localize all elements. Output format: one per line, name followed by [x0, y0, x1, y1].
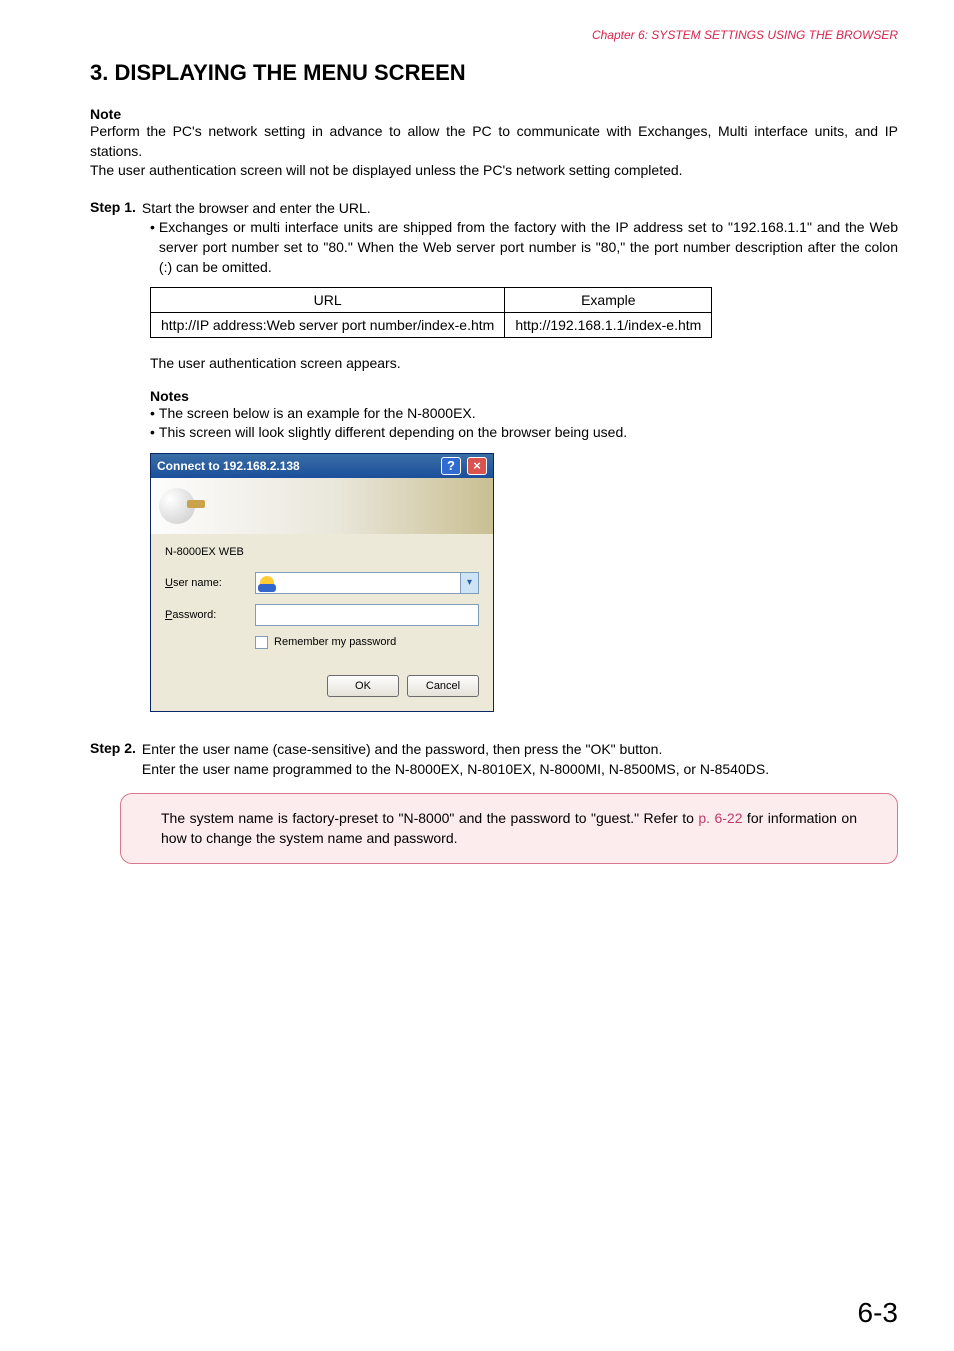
callout-link[interactable]: p. 6-22 [698, 810, 742, 826]
auth-dialog: Connect to 192.168.2.138 ? × N-8000EX WE… [150, 453, 494, 712]
notes-bullet-1: The screen below is an example for the N… [159, 404, 898, 424]
auth-banner [151, 478, 493, 534]
step1-label: Step 1. [90, 199, 136, 219]
remember-checkbox[interactable] [255, 636, 268, 649]
note-paragraph-1: Perform the PC's network setting in adva… [90, 122, 898, 161]
help-icon[interactable]: ? [441, 457, 461, 475]
keyring-icon [159, 488, 195, 524]
password-label: Password: [165, 609, 245, 621]
chevron-down-icon[interactable]: ▾ [460, 573, 478, 593]
step1-bullet: Exchanges or multi interface units are s… [159, 218, 898, 277]
url-table-header-example: Example [505, 288, 712, 313]
close-icon[interactable]: × [467, 457, 487, 475]
username-label: User name: [165, 577, 245, 589]
step1-lead: Start the browser and enter the URL. [142, 199, 898, 219]
remember-label: Remember my password [274, 636, 396, 648]
note-label: Note [90, 106, 898, 122]
ok-button[interactable]: OK [327, 675, 399, 697]
password-input[interactable] [255, 604, 479, 626]
page-number: 6-3 [858, 1297, 898, 1329]
callout-box: The system name is factory-preset to "N-… [120, 793, 898, 864]
auth-realm: N-8000EX WEB [165, 546, 479, 558]
url-table: URL Example http://IP address:Web server… [150, 287, 712, 338]
bullet-dot-icon: • [150, 404, 155, 424]
cancel-button[interactable]: Cancel [407, 675, 479, 697]
step2-line1: Enter the user name (case-sensitive) and… [142, 740, 898, 760]
url-table-cell-url: http://IP address:Web server port number… [151, 313, 505, 338]
url-table-cell-example: http://192.168.1.1/index-e.htm [505, 313, 712, 338]
url-table-header-url: URL [151, 288, 505, 313]
step1-after-table: The user authentication screen appears. [150, 354, 898, 374]
callout-text-before: The system name is factory-preset to "N-… [161, 810, 698, 826]
auth-title-text: Connect to 192.168.2.138 [157, 459, 435, 473]
user-icon [260, 576, 274, 590]
notes-bullet-2: This screen will look slightly different… [159, 423, 898, 443]
step2-line2: Enter the user name programmed to the N-… [142, 760, 898, 780]
username-input[interactable]: ▾ [255, 572, 479, 594]
bullet-dot-icon: • [150, 218, 155, 277]
bullet-dot-icon: • [150, 423, 155, 443]
note-paragraph-2: The user authentication screen will not … [90, 161, 898, 181]
section-title: 3. DISPLAYING THE MENU SCREEN [90, 60, 898, 86]
auth-titlebar[interactable]: Connect to 192.168.2.138 ? × [151, 454, 493, 478]
notes-label: Notes [150, 388, 898, 404]
step2-label: Step 2. [90, 740, 136, 779]
chapter-header: Chapter 6: SYSTEM SETTINGS USING THE BRO… [90, 28, 898, 42]
